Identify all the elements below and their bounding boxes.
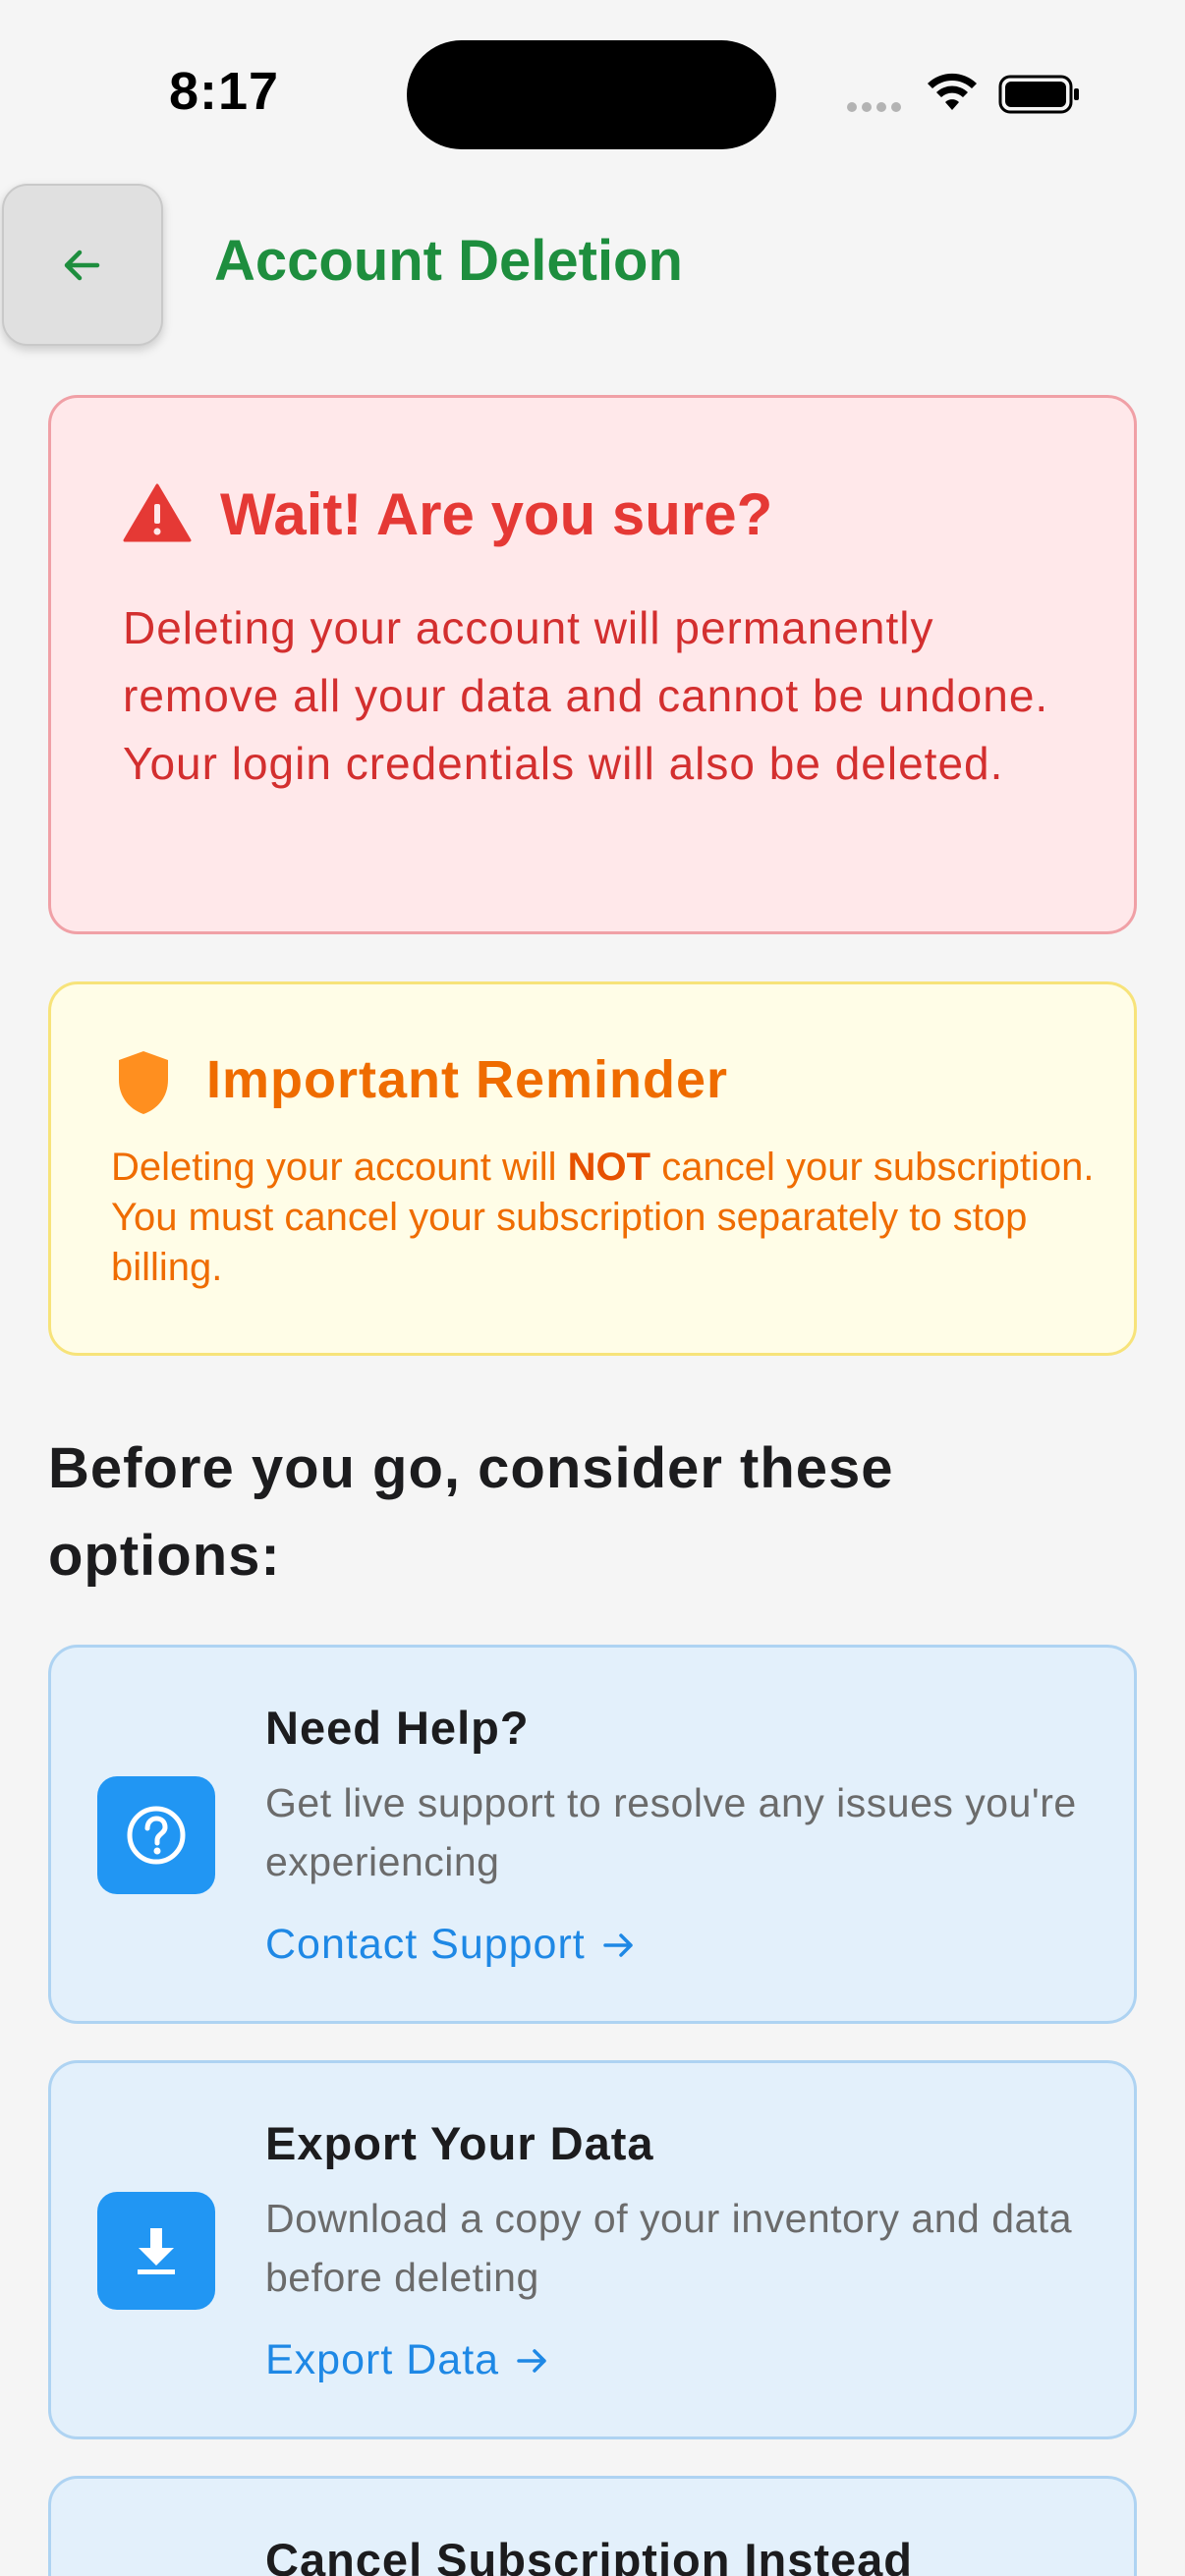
contact-support-link[interactable]: Contact Support xyxy=(265,1921,639,1969)
need-help-option-card: Need Help? Get live support to resolve a… xyxy=(48,1645,1137,2024)
export-data-option-card: Export Your Data Download a copy of your… xyxy=(48,2060,1137,2439)
option-description: Get live support to resolve any issues y… xyxy=(265,1780,1077,1884)
contact-support-label: Contact Support xyxy=(265,1921,586,1968)
back-button[interactable] xyxy=(2,184,163,346)
option-description: Download a copy of your inventory and da… xyxy=(265,2196,1073,2300)
cellular-signal-icon xyxy=(847,102,901,112)
status-time: 8:17 xyxy=(169,62,280,121)
shield-icon xyxy=(119,1051,168,1114)
dynamic-island xyxy=(407,40,776,149)
option-title: Export Your Data xyxy=(265,2117,654,2169)
subscription-reminder-card: Important Reminder Deleting your account… xyxy=(48,981,1137,1356)
download-icon xyxy=(138,2228,175,2274)
warning-title: Wait! Are you sure? xyxy=(220,481,773,547)
wifi-icon xyxy=(928,73,977,110)
option-title: Need Help? xyxy=(265,1702,530,1754)
arrow-right-icon xyxy=(517,2348,546,2373)
reminder-title: Important Reminder xyxy=(206,1050,729,1109)
cancel-subscription-option-card: Cancel Subscription Instead xyxy=(48,2476,1137,2576)
option-title: Cancel Subscription Instead xyxy=(265,2534,914,2576)
status-bar: 8:17 xyxy=(0,0,1185,177)
export-data-link[interactable]: Export Data xyxy=(265,2336,552,2384)
warning-triangle-icon xyxy=(123,483,192,542)
export-icon-box xyxy=(97,2192,215,2310)
reminder-message: Deleting your account will NOT cancel yo… xyxy=(111,1146,1095,1289)
options-heading: Before you go, consider these options: xyxy=(48,1436,894,1588)
reminder-emphasis: NOT xyxy=(567,1146,651,1189)
warning-message: Deleting your account will permanently r… xyxy=(123,602,1049,789)
account-deletion-screen: 8:17 Account Deletion Wait! Are you sure… xyxy=(0,0,1185,2576)
battery-icon xyxy=(998,75,1079,114)
page-title: Account Deletion xyxy=(214,229,683,293)
arrow-left-icon xyxy=(64,250,100,280)
export-data-label: Export Data xyxy=(265,2336,500,2383)
deletion-warning-card: Wait! Are you sure? Deleting your accoun… xyxy=(48,395,1137,934)
help-icon-box xyxy=(97,1776,215,1894)
arrow-right-icon xyxy=(603,1932,633,1957)
question-circle-icon xyxy=(127,1806,186,1865)
